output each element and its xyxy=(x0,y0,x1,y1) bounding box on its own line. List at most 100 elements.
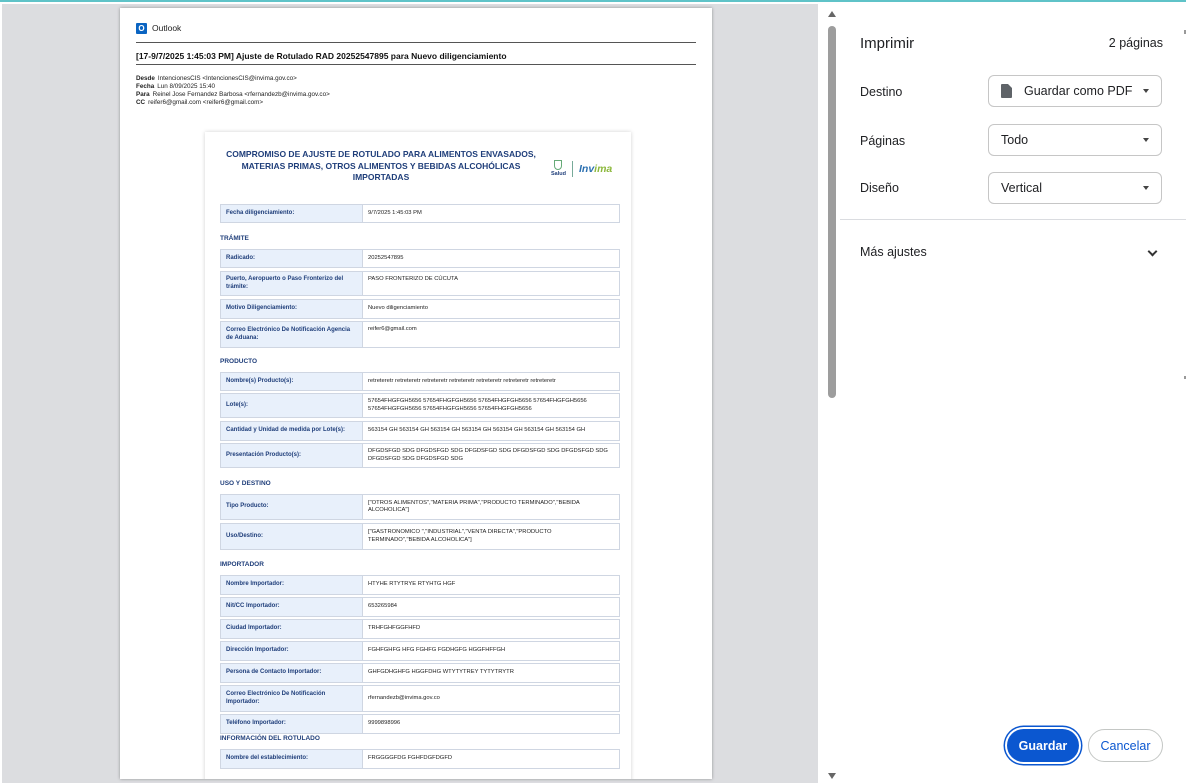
field-label: Nombre(s) Producto(s): xyxy=(221,373,363,390)
shield-icon xyxy=(554,160,563,170)
save-button[interactable]: Guardar xyxy=(1007,729,1079,762)
cancel-button[interactable]: Cancelar xyxy=(1088,729,1163,762)
field-label: Correo Electrónico De Notificación Agenc… xyxy=(221,322,363,347)
field-value: retreteretr retreteretr retreteretr retr… xyxy=(368,377,556,384)
field-label: Persona de Contacto Importador: xyxy=(221,664,363,682)
table-row: Nombre(s) Producto(s): retreteretr retret… xyxy=(220,372,620,391)
field-value: FRGGGGFDG FGHFDGFDGFD xyxy=(368,755,453,762)
form-title: COMPROMISO DE AJUSTE DE ROTULADO PARA AL… xyxy=(226,149,536,182)
divider xyxy=(136,42,696,43)
field-label: Teléfono Importador: xyxy=(221,715,363,733)
more-settings-toggle[interactable]: Más ajustes xyxy=(860,245,927,259)
table-row: Ciudad Importador: TRHFGHFGGFHFD xyxy=(220,619,620,639)
field-value: 9999898996 xyxy=(368,720,401,727)
table-row: Tipo Producto: ["OTROS ALIMENTOS","MATERI… xyxy=(220,494,620,520)
section-rotulado: INFORMACIÓN DEL ROTULADO xyxy=(220,735,320,742)
pages-select[interactable]: Todo xyxy=(988,124,1162,156)
field-label: Uso/Destino: xyxy=(221,524,363,549)
table-row: Correo Electrónico De Notificación Impor… xyxy=(220,685,620,712)
table-row: Lote(s): 57654FHGFGH5656 57654FHGFGH5656 … xyxy=(220,393,620,418)
destination-value: Guardar como PDF xyxy=(1024,84,1133,98)
field-value: TRHFGHFGGFHFD xyxy=(368,625,421,632)
table-row: Cantidad y Unidad de medida por Lote(s):… xyxy=(220,421,620,441)
table-row: Nombre Importador: HTYHE RTYTRYE RTYHTG H… xyxy=(220,575,620,595)
field-label: Dirección Importador: xyxy=(221,642,363,660)
table-row: Radicado: 20252547895 xyxy=(220,249,620,268)
table-row: Correo Electrónico De Notificación Agenc… xyxy=(220,321,620,348)
layout-label: Diseño xyxy=(860,181,899,195)
scroll-down-icon[interactable] xyxy=(828,773,836,779)
field-label: Nit/CC Importador: xyxy=(221,598,363,616)
chevron-down-icon[interactable] xyxy=(1147,246,1158,257)
field-value: 563154 GH 563154 GH 563154 GH 563154 GH … xyxy=(368,427,586,434)
print-settings-panel: Imprimir 2 páginas Destino Guardar como … xyxy=(840,6,1186,783)
pages-value: Todo xyxy=(1001,133,1029,147)
table-row: Motivo Diligenciamiento: Nuevo diligencia… xyxy=(220,299,620,319)
chevron-down-icon xyxy=(1143,89,1149,93)
field-label: Ciudad Importador: xyxy=(221,620,363,638)
preview-scrollbar[interactable] xyxy=(824,6,840,783)
table-row: Nit/CC Importador: 653265984 xyxy=(220,597,620,617)
field-value: Nuevo diligenciamiento xyxy=(368,305,428,312)
table-row: Persona de Contacto Importador: GHFGDHGHF… xyxy=(220,663,620,683)
scroll-thumb[interactable] xyxy=(828,26,836,398)
from-value: IntencionesCIS <IntencionesCIS@invima.go… xyxy=(157,75,297,82)
date-label: Fecha xyxy=(136,83,155,90)
page-count: 2 páginas xyxy=(1108,36,1163,50)
layout-select[interactable]: Vertical xyxy=(988,172,1162,204)
field-label: Correo Electrónico De Notificación Impor… xyxy=(221,686,363,711)
table-row: Fecha diligenciamiento: 9/7/2025 1:45:03… xyxy=(220,204,620,223)
destination-label: Destino xyxy=(860,85,903,99)
field-label: Cantidad y Unidad de medida por Lote(s): xyxy=(221,422,363,440)
email-subject: [17-9/7/2025 1:45:03 PM] Ajuste de Rotul… xyxy=(136,51,507,61)
form-logos: Salud Invima xyxy=(551,160,612,177)
panel-divider xyxy=(840,219,1186,220)
to-value: Reinel Jose Fernandez Barbosa <rfernande… xyxy=(152,91,330,98)
table-row: Dirección Importador: FGHFGHFG HFG FGHFG … xyxy=(220,641,620,661)
field-value: rfernandezb@invima.gov.co xyxy=(368,694,440,701)
field-value: ["OTROS ALIMENTOS","MATERIA PRIMA","PROD… xyxy=(368,499,580,514)
field-label: Tipo Producto: xyxy=(221,495,363,519)
cc-label: CC xyxy=(136,99,146,106)
pages-label: Páginas xyxy=(860,134,906,148)
table-row: Nombre del establecimiento: FRGGGGFDG FGH… xyxy=(220,749,620,769)
chevron-down-icon xyxy=(1143,138,1149,142)
invima-logo-part-a: Inv xyxy=(578,162,595,175)
table-row: Puerto, Aeropuerto o Paso Fronterizo del… xyxy=(220,271,620,296)
date-value: Lun 8/09/2025 15:40 xyxy=(157,83,215,90)
field-label: Lote(s): xyxy=(221,394,363,417)
scroll-up-icon[interactable] xyxy=(828,11,836,17)
field-value: 20252547895 xyxy=(368,254,404,261)
logo-divider xyxy=(571,160,573,177)
field-value: DFGDSFGD SDG DFGDSFGD SDG DFGDSFGD SDG D… xyxy=(368,448,608,462)
table-row: Presentación Producto(s): DFGDSFGD SDG DF… xyxy=(220,443,620,468)
form-card: COMPROMISO DE AJUSTE DE ROTULADO PARA AL… xyxy=(205,132,631,779)
field-value: 57654FHGFGH5656 57654FHGFGH5656 57654FHG… xyxy=(368,398,587,412)
divider xyxy=(136,64,696,65)
field-value: 9/7/2025 1:45:03 PM xyxy=(368,209,422,216)
field-value: FGHFGHFG HFG FGHFG FGDHGFG HGGFHFFGH xyxy=(368,647,506,654)
field-label: Presentación Producto(s): xyxy=(221,444,363,467)
field-label: Motivo Diligenciamiento: xyxy=(221,300,363,318)
field-label: Radicado: xyxy=(221,250,363,267)
outlook-logo-icon: O xyxy=(136,22,147,34)
field-label: Nombre Importador: xyxy=(221,576,363,594)
outlook-header: O Outlook xyxy=(136,21,181,35)
field-value: PASO FRONTERIZO DE CÚCUTA xyxy=(368,276,458,282)
field-label: Fecha diligenciamiento: xyxy=(221,205,363,222)
field-value: HTYHE RTYTRYE RTYHTG HGF xyxy=(368,581,456,588)
field-value: ["GASTRONOMICO ","INDUSTRIAL","VENTA DIR… xyxy=(368,529,552,543)
preview-page: O Outlook [17-9/7/2025 1:45:03 PM] Ajust… xyxy=(120,8,712,779)
to-label: Para xyxy=(136,91,150,98)
panel-title: Imprimir xyxy=(860,35,915,52)
invima-logo-part-b: ima xyxy=(594,162,613,175)
chevron-down-icon xyxy=(1143,186,1149,190)
section-importador: IMPORTADOR xyxy=(220,561,264,568)
salud-logo-text: Salud xyxy=(551,171,566,177)
outlook-app-name: Outlook xyxy=(152,23,182,33)
field-value: 653265984 xyxy=(368,603,398,610)
table-row: Teléfono Importador: 9999898996 xyxy=(220,714,620,734)
email-meta: Desde IntencionesCIS <IntencionesCIS@invi… xyxy=(136,75,330,107)
destination-select[interactable]: Guardar como PDF xyxy=(988,75,1162,107)
print-dialog: O Outlook [17-9/7/2025 1:45:03 PM] Ajust… xyxy=(0,0,1186,783)
